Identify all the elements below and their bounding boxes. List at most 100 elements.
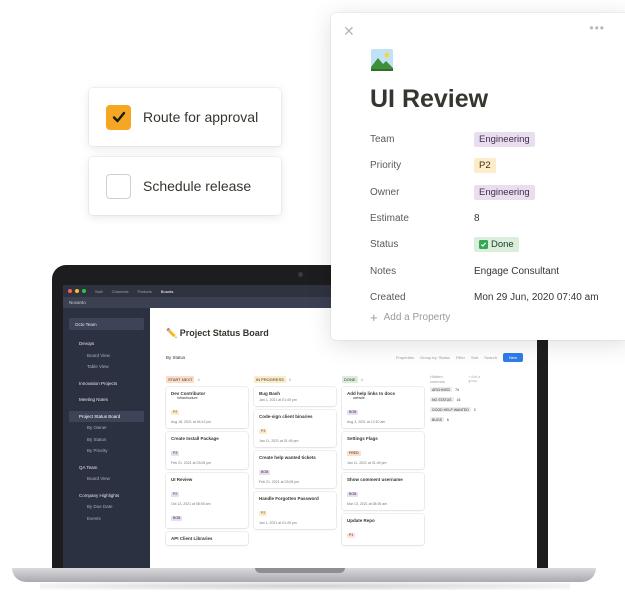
add-property-button[interactable]: + Add a Property [370,310,450,325]
checklist-item-schedule-release[interactable]: Schedule release [89,157,281,215]
column-status-tag: START NEXT [166,375,195,383]
page-properties-panel: ✕ ••• UI Review Team Engineering Priority P… [331,13,625,340]
column-header[interactable]: START NEXT 4 [166,375,248,383]
sidebar-item[interactable]: Meeting Notes [69,394,144,406]
search-button[interactable]: Search [484,355,497,360]
hidden-columns-header: Hidden columns + Add a group [430,374,490,384]
hidden-column-count: 74 [455,387,459,392]
sidebar-item[interactable]: By Priority [69,445,144,457]
board-card[interactable]: Create help wanted tickets BOB Feb 21, 202… [254,451,336,488]
checklist-item-route-approval[interactable]: Route for approval [89,88,281,146]
board-toolbar: By Status Properties Group by: Status Fi… [166,353,523,362]
window-zoom-icon[interactable] [82,289,86,293]
property-value[interactable]: Mon 29 Jun, 2020 07:40 am [474,292,599,303]
property-tag[interactable]: Engineering [474,131,535,147]
laptop-shadow [40,582,570,590]
hidden-column-count: 16 [456,397,461,402]
property-row[interactable]: Notes Engage Consultant [370,262,620,280]
filter-button[interactable]: Filter [456,355,465,360]
sidebar-item[interactable]: Board View [69,350,144,362]
sidebar-item[interactable]: By Owner [69,422,144,434]
sidebar-item[interactable]: QA Team [69,462,144,474]
hidden-column-row[interactable]: BUGS 6 [430,417,490,422]
board-card[interactable]: Add help links to docs website BOB Aug 3, 2… [342,387,424,428]
board-card[interactable]: API Client Libraries [166,532,248,545]
card-title: API Client Libraries [171,536,213,541]
properties-button[interactable]: Properties [396,355,414,360]
checkbox-empty-icon[interactable] [106,173,131,199]
card-date: Feb 21, 2021 at 03:05 pm [259,480,300,484]
close-icon[interactable]: ✕ [343,23,355,40]
property-key: Created [370,291,406,303]
page-picture-icon[interactable] [371,49,393,71]
sidebar-item[interactable]: Innovation Projects [69,378,144,390]
card-title: Show comment username [347,477,403,482]
property-row[interactable]: Priority P2 [370,156,620,174]
sidebar-item[interactable]: Events [69,513,144,525]
status-badge[interactable]: Done [474,236,519,252]
new-button[interactable]: New [502,353,523,362]
sidebar-item[interactable]: Devops [69,338,144,350]
hidden-column-tag: NO STATUS [430,397,454,402]
sidebar-item[interactable]: Table View [69,361,144,373]
board-title-text: Project Status Board [179,328,269,338]
property-tag[interactable]: Engineering [474,184,535,200]
view-selector[interactable]: By Status [166,355,185,360]
card-person-tag: BOB [171,515,183,521]
tab-channels[interactable]: Channels [112,289,129,294]
window-minimize-icon[interactable] [75,289,79,293]
property-row[interactable]: Owner Engineering [370,183,620,201]
property-row[interactable]: Status Done [370,235,620,253]
column-header[interactable]: DONE 4 [342,375,424,383]
card-title: Handle Forgotten Password [259,496,319,501]
team-selector[interactable]: Octo Team [69,318,144,330]
sidebar-item[interactable]: Board View [69,473,144,485]
sidebar-item[interactable]: Company Highlights [69,490,144,502]
camera-icon [298,272,303,277]
sidebar-item[interactable]: Project Status Board [69,410,144,422]
workspace-name[interactable]: Novanto [69,300,86,305]
window-close-icon[interactable] [68,289,72,293]
board-card[interactable]: Settings Flags FRED Jan 11, 2021 at 01:49 … [342,432,424,469]
column-header[interactable]: IN PROGRESS 5 [254,375,336,383]
board-card[interactable]: Show comment username BOB Mar 13, 2021 at … [342,473,424,510]
board-card[interactable]: Handle Forgotten Password P2 Jan 1, 2021 a… [254,492,336,529]
property-value[interactable]: 8 [474,213,480,224]
hidden-column-count: 6 [446,417,449,422]
sidebar-item[interactable]: By Due Date [69,501,144,513]
card-title: Create Install Package [171,436,219,441]
board-card[interactable]: Code-sign client binaries P3 Jan 11, 2021 … [254,410,336,447]
tab-boards[interactable]: Boards [161,289,174,294]
property-row[interactable]: Created Mon 29 Jun, 2020 07:40 am [370,288,620,306]
hidden-column-tag: GOOD HELP WANTED [430,407,471,412]
hidden-columns-title: Hidden columns [430,374,445,384]
group-by-button[interactable]: Group by: Status [420,355,450,360]
checkbox-checked-icon[interactable] [106,104,131,130]
board-card[interactable]: Create Install Package P3 Feb 21, 2021 at … [166,432,248,469]
card-tag: P3 [171,450,180,456]
hidden-column-row[interactable]: NO STATUS 16 [430,397,490,402]
more-options-icon[interactable]: ••• [589,21,605,35]
hidden-column-row[interactable]: ARCHIVED 74 [430,387,490,392]
board-card[interactable]: Update Repo P1 [342,514,424,545]
add-group-button[interactable]: + Add a group [468,375,490,383]
sidebar-list: Devops Board View Table View Innovation Pro… [69,338,144,524]
property-value[interactable]: Engage Consultant [474,266,559,277]
board-card[interactable]: Bug Bash Jan 1, 2021 at 01:49 pm [254,387,336,406]
tab-pockets[interactable]: Pockets [137,289,151,294]
sidebar-item[interactable]: By Status [69,434,144,446]
property-tag[interactable]: P2 [474,157,496,173]
property-row[interactable]: Estimate 8 [370,209,620,227]
board-card[interactable]: UI Review P2 Oct 13, 2021 at 08:05 am BOB [166,473,248,528]
tab-swit[interactable]: Swit [95,289,103,294]
board-card[interactable]: Dev Contributor Infrastructure P2 Aug 18, 2… [166,387,248,428]
plus-icon: + [370,310,378,325]
property-row[interactable]: Team Engineering [370,130,620,148]
property-key: Status [370,238,399,250]
hidden-column-tag: BUGS [430,417,444,422]
column-status-tag: IN PROGRESS [254,375,286,383]
page-title[interactable]: UI Review [370,85,488,114]
card-date: Feb 21, 2021 at 03:05 pm [171,461,212,465]
hidden-column-row[interactable]: GOOD HELP WANTED 2 [430,407,490,412]
sort-button[interactable]: Sort [471,355,478,360]
